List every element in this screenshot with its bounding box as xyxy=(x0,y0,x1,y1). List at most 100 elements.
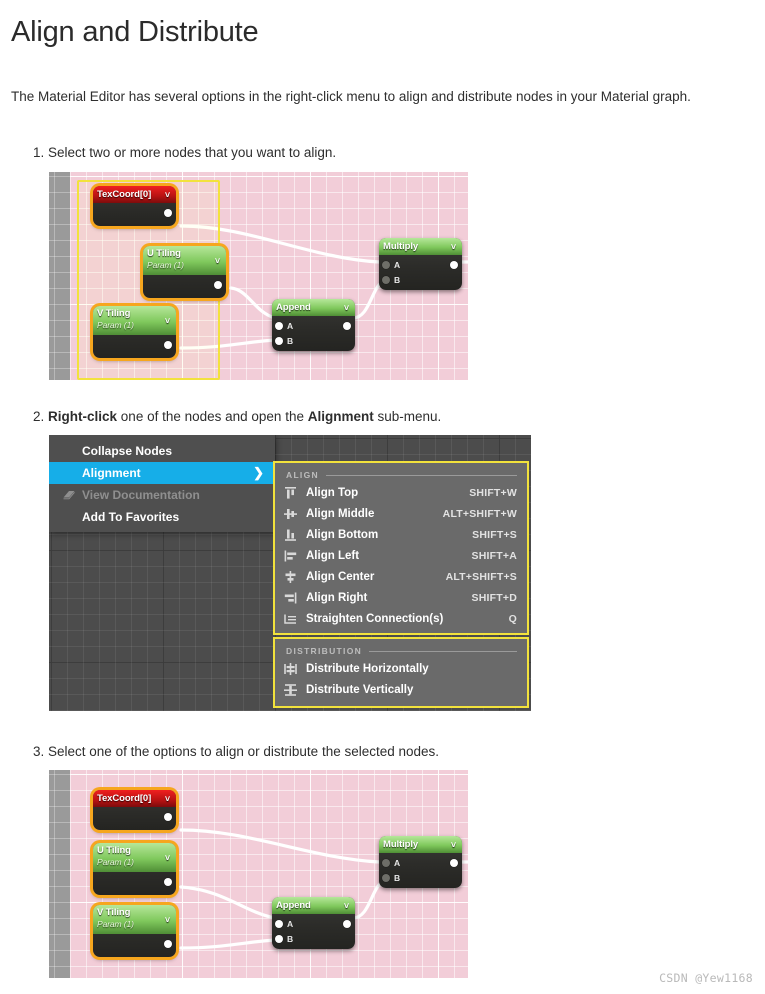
node-input-row-a[interactable]: A xyxy=(272,916,355,931)
step-1-body: Select two or more nodes that you want t… xyxy=(44,145,337,160)
node-body xyxy=(93,934,176,957)
submenu-item-align-top[interactable]: Align Top SHIFT+W xyxy=(275,482,527,503)
input-pin-b[interactable] xyxy=(382,275,390,284)
output-pin[interactable] xyxy=(450,858,458,867)
chevron-down-icon[interactable]: ˅ xyxy=(213,257,222,266)
node-input-row-a[interactable]: A xyxy=(379,855,462,870)
input-label-b: B xyxy=(287,933,294,944)
chevron-down-icon[interactable]: ˅ xyxy=(449,242,458,251)
node-output-row[interactable] xyxy=(93,936,176,951)
graph-node-texcoord[interactable]: TexCoord[0] ˅ xyxy=(93,790,176,830)
node-subtitle: Param (1) xyxy=(97,857,134,867)
output-pin[interactable] xyxy=(164,877,172,886)
context-menu-item-alignment[interactable]: Alignment ❯ xyxy=(49,462,275,484)
graph-node-u-tiling[interactable]: U Tiling Param (1) ˅ xyxy=(93,843,176,895)
node-title: TexCoord[0] xyxy=(97,189,152,200)
graph-node-append[interactable]: Append ˅ A B xyxy=(272,299,355,351)
node-output-row[interactable] xyxy=(143,277,226,292)
input-label-a: A xyxy=(287,320,294,331)
submenu-item-align-middle[interactable]: Align Middle ALT+SHIFT+W xyxy=(275,503,527,524)
node-header: U Tiling Param (1) ˅ xyxy=(93,843,176,872)
node-input-row-a[interactable]: A xyxy=(272,318,355,333)
submenu-item-straighten-connections[interactable]: Straighten Connection(s) Q xyxy=(275,608,527,629)
graph-node-multiply[interactable]: Multiply ˅ A B xyxy=(379,836,462,888)
node-body xyxy=(93,203,176,226)
output-pin[interactable] xyxy=(450,260,458,269)
graph-node-texcoord[interactable]: TexCoord[0] ˅ xyxy=(93,186,176,226)
node-input-row-b[interactable]: B xyxy=(272,333,355,348)
node-body xyxy=(93,872,176,895)
node-input-row-b[interactable]: B xyxy=(272,931,355,946)
page-title: Align and Distribute xyxy=(11,16,259,48)
input-pin-a[interactable] xyxy=(382,260,390,269)
align-right-icon xyxy=(284,592,297,603)
context-menu-label: View Documentation xyxy=(82,488,200,502)
material-graph-unaligned[interactable]: TexCoord[0] ˅ U Tiling Param (1) ˅ V Til… xyxy=(49,172,468,380)
output-pin[interactable] xyxy=(214,280,222,289)
submenu-item-distribute-vertically[interactable]: Distribute Vertically xyxy=(275,679,527,700)
chevron-down-icon[interactable]: ˅ xyxy=(163,190,172,199)
output-pin[interactable] xyxy=(164,939,172,948)
alignment-submenu[interactable]: ALIGN Align Top SHIFT+W Align Middle ALT… xyxy=(273,461,529,708)
step-1-number: 1. xyxy=(33,145,45,160)
node-input-row-a[interactable]: A xyxy=(379,257,462,272)
book-icon xyxy=(63,491,75,500)
submenu-item-align-bottom[interactable]: Align Bottom SHIFT+S xyxy=(275,524,527,545)
output-pin[interactable] xyxy=(164,208,172,217)
output-pin[interactable] xyxy=(164,340,172,349)
submenu-group-align: ALIGN Align Top SHIFT+W Align Middle ALT… xyxy=(273,461,529,635)
graph-node-v-tiling[interactable]: V Tiling Param (1) ˅ xyxy=(93,306,176,358)
node-header: Append ˅ xyxy=(272,299,355,316)
graph-node-v-tiling[interactable]: V Tiling Param (1) ˅ xyxy=(93,905,176,957)
group-divider xyxy=(325,474,517,476)
submenu-item-align-right[interactable]: Align Right SHIFT+D xyxy=(275,587,527,608)
node-output-row[interactable] xyxy=(93,809,176,824)
chevron-down-icon[interactable]: ˅ xyxy=(163,854,172,863)
node-body: A B xyxy=(379,853,462,888)
chevron-down-icon[interactable]: ˅ xyxy=(342,901,351,910)
step-1-text: 1. Select two or more nodes that you wan… xyxy=(33,145,336,160)
chevron-down-icon[interactable]: ˅ xyxy=(163,794,172,803)
context-menu-figure[interactable]: Collapse Nodes Alignment ❯ View Document… xyxy=(49,435,531,711)
submenu-item-shortcut: SHIFT+S xyxy=(472,528,517,541)
chevron-down-icon[interactable]: ˅ xyxy=(449,840,458,849)
context-menu-item-collapse-nodes[interactable]: Collapse Nodes xyxy=(49,440,275,462)
graph-node-multiply[interactable]: Multiply ˅ A B xyxy=(379,238,462,290)
node-output-row[interactable] xyxy=(93,337,176,352)
graph-node-u-tiling[interactable]: U Tiling Param (1) ˅ xyxy=(143,246,226,298)
right-click-context-menu[interactable]: Collapse Nodes Alignment ❯ View Document… xyxy=(49,435,275,532)
submenu-group-label-distribution: DISTRIBUTION xyxy=(275,639,527,658)
graph-node-append[interactable]: Append ˅ A B xyxy=(272,897,355,949)
context-menu-item-add-to-favorites[interactable]: Add To Favorites xyxy=(49,506,275,528)
input-pin-b[interactable] xyxy=(275,934,283,943)
node-title: U Tiling xyxy=(147,248,181,259)
node-input-row-b[interactable]: B xyxy=(379,272,462,287)
material-graph-aligned[interactable]: TexCoord[0] ˅ U Tiling Param (1) ˅ V Til… xyxy=(49,770,468,978)
node-output-row[interactable] xyxy=(93,874,176,889)
chevron-down-icon[interactable]: ˅ xyxy=(163,916,172,925)
submenu-item-distribute-horizontally[interactable]: Distribute Horizontally xyxy=(275,658,527,679)
submenu-item-align-left[interactable]: Align Left SHIFT+A xyxy=(275,545,527,566)
output-pin[interactable] xyxy=(343,919,351,928)
input-pin-a[interactable] xyxy=(275,321,283,330)
output-pin[interactable] xyxy=(343,321,351,330)
input-label-a: A xyxy=(394,857,401,868)
submenu-item-label: Align Top xyxy=(306,486,359,499)
input-pin-b[interactable] xyxy=(275,336,283,345)
node-input-row-b[interactable]: B xyxy=(379,870,462,885)
node-header: TexCoord[0] ˅ xyxy=(93,790,176,807)
node-title: V Tiling xyxy=(97,907,131,918)
input-pin-a[interactable] xyxy=(382,858,390,867)
group-label-text: ALIGN xyxy=(286,470,319,480)
node-title: V Tiling xyxy=(97,308,131,319)
node-subtitle: Param (1) xyxy=(97,919,134,929)
input-pin-b[interactable] xyxy=(382,873,390,882)
node-output-row[interactable] xyxy=(93,205,176,220)
chevron-down-icon[interactable]: ˅ xyxy=(163,317,172,326)
output-pin[interactable] xyxy=(164,812,172,821)
submenu-item-label: Distribute Horizontally xyxy=(306,662,429,675)
submenu-item-align-center[interactable]: Align Center ALT+SHIFT+S xyxy=(275,566,527,587)
input-pin-a[interactable] xyxy=(275,919,283,928)
step-3-number: 3. xyxy=(33,744,45,759)
chevron-down-icon[interactable]: ˅ xyxy=(342,303,351,312)
